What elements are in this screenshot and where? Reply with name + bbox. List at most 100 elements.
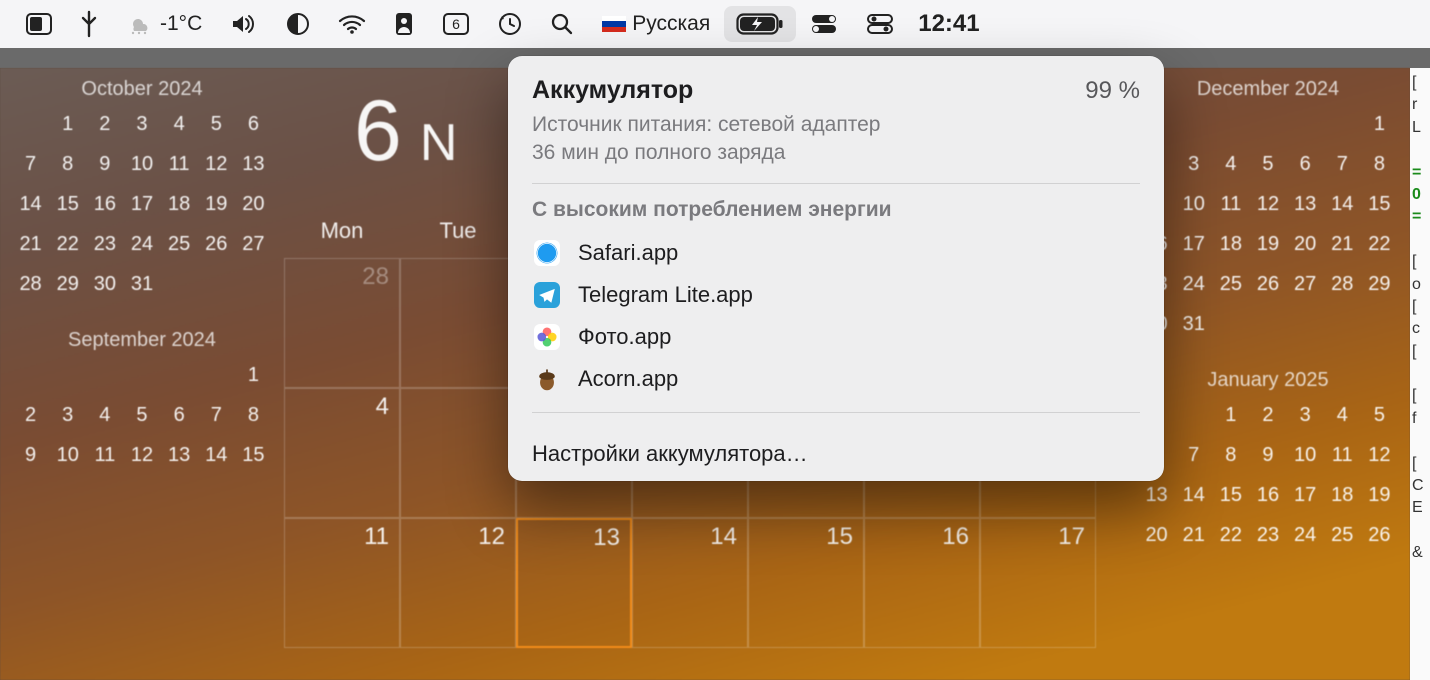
mini-day-cell[interactable]: 8 bbox=[235, 398, 272, 432]
mini-day-cell[interactable]: 7 bbox=[1175, 438, 1212, 472]
month-day-cell[interactable]: 11 bbox=[284, 518, 400, 648]
mini-day-cell[interactable]: 24 bbox=[1287, 518, 1324, 552]
mini-day-cell[interactable]: 10 bbox=[1287, 438, 1324, 472]
mini-day-cell[interactable]: 13 bbox=[161, 438, 198, 472]
mini-day-cell[interactable]: 12 bbox=[198, 147, 235, 181]
mini-day-cell[interactable]: 26 bbox=[1361, 518, 1398, 552]
mini-day-cell[interactable]: 9 bbox=[86, 147, 123, 181]
mini-day-cell[interactable]: 15 bbox=[235, 438, 272, 472]
timemachine-icon[interactable] bbox=[484, 0, 536, 48]
mini-day-cell[interactable]: 14 bbox=[12, 187, 49, 221]
mini-day-cell[interactable]: 5 bbox=[198, 107, 235, 141]
mini-day-cell[interactable]: 8 bbox=[1212, 438, 1249, 472]
mini-day-cell[interactable]: 29 bbox=[1361, 267, 1398, 301]
battery-settings-link[interactable]: Настройки аккумулятора… bbox=[508, 427, 1164, 467]
mini-day-cell[interactable]: 21 bbox=[1324, 227, 1361, 261]
high-energy-app-row[interactable]: Safari.app bbox=[508, 232, 1164, 274]
mini-day-cell[interactable]: 10 bbox=[1175, 187, 1212, 221]
contrast-icon[interactable] bbox=[272, 0, 324, 48]
mini-day-cell[interactable] bbox=[198, 358, 235, 392]
mini-day-cell[interactable]: 15 bbox=[1212, 478, 1249, 512]
mini-day-cell[interactable]: 30 bbox=[86, 267, 123, 301]
mini-day-cell[interactable]: 1 bbox=[1212, 398, 1249, 432]
input-language[interactable]: Русская bbox=[588, 0, 724, 48]
mini-day-cell[interactable]: 1 bbox=[49, 107, 86, 141]
mini-day-cell[interactable] bbox=[1324, 107, 1361, 141]
mini-day-cell[interactable]: 6 bbox=[1287, 147, 1324, 181]
high-energy-app-row[interactable]: Acorn.app bbox=[508, 358, 1164, 400]
mini-day-cell[interactable]: 14 bbox=[1324, 187, 1361, 221]
stage-manager-icon[interactable] bbox=[12, 0, 66, 48]
keyboard-badge[interactable]: 6 bbox=[428, 0, 484, 48]
mini-day-cell[interactable]: 4 bbox=[1212, 147, 1249, 181]
month-day-cell[interactable]: 15 bbox=[748, 518, 864, 648]
mini-day-cell[interactable]: 10 bbox=[123, 147, 160, 181]
menu-clock[interactable]: 12:41 bbox=[908, 0, 983, 48]
mini-day-cell[interactable]: 25 bbox=[161, 227, 198, 261]
mini-day-cell[interactable]: 13 bbox=[235, 147, 272, 181]
mini-day-cell[interactable]: 28 bbox=[1324, 267, 1361, 301]
mini-day-cell[interactable]: 17 bbox=[1287, 478, 1324, 512]
mini-day-cell[interactable]: 16 bbox=[86, 187, 123, 221]
mini-day-cell[interactable]: 7 bbox=[12, 147, 49, 181]
mini-day-cell[interactable]: 14 bbox=[198, 438, 235, 472]
mini-day-cell[interactable]: 25 bbox=[1212, 267, 1249, 301]
mini-day-cell[interactable]: 28 bbox=[12, 267, 49, 301]
mini-day-cell[interactable]: 17 bbox=[123, 187, 160, 221]
month-day-cell[interactable]: 28 bbox=[284, 258, 400, 388]
month-day-cell[interactable] bbox=[400, 258, 516, 388]
mini-day-cell[interactable]: 25 bbox=[1324, 518, 1361, 552]
toggle1-icon[interactable] bbox=[796, 0, 852, 48]
mini-day-cell[interactable]: 18 bbox=[161, 187, 198, 221]
mini-day-cell[interactable]: 23 bbox=[86, 227, 123, 261]
month-day-cell[interactable]: 17 bbox=[980, 518, 1096, 648]
mini-day-cell[interactable]: 22 bbox=[1361, 227, 1398, 261]
mini-day-cell[interactable]: 14 bbox=[1175, 478, 1212, 512]
mini-day-cell[interactable] bbox=[86, 358, 123, 392]
high-energy-app-row[interactable]: Telegram Lite.app bbox=[508, 274, 1164, 316]
mini-day-cell[interactable]: 20 bbox=[1287, 227, 1324, 261]
mini-day-cell[interactable]: 24 bbox=[123, 227, 160, 261]
mini-day-cell[interactable]: 13 bbox=[1287, 187, 1324, 221]
mini-day-cell[interactable] bbox=[12, 358, 49, 392]
mini-day-cell[interactable] bbox=[1249, 107, 1286, 141]
battery-status-icon[interactable] bbox=[724, 6, 796, 42]
mini-day-cell[interactable] bbox=[49, 358, 86, 392]
mini-day-cell[interactable]: 9 bbox=[12, 438, 49, 472]
mini-cal-september[interactable]: September 2024 123456789101112131415 bbox=[12, 329, 272, 472]
mini-day-cell[interactable]: 11 bbox=[1324, 438, 1361, 472]
high-energy-app-row[interactable]: Фото.app bbox=[508, 316, 1164, 358]
mini-day-cell[interactable]: 31 bbox=[123, 267, 160, 301]
month-day-cell[interactable]: 14 bbox=[632, 518, 748, 648]
volume-icon[interactable] bbox=[216, 0, 272, 48]
mini-day-cell[interactable]: 12 bbox=[1361, 438, 1398, 472]
month-day-cell[interactable]: 12 bbox=[400, 518, 516, 648]
mini-day-cell[interactable]: 19 bbox=[1249, 227, 1286, 261]
mini-day-cell[interactable]: 5 bbox=[1249, 147, 1286, 181]
mini-day-cell[interactable]: 3 bbox=[49, 398, 86, 432]
mini-day-cell[interactable]: 13 bbox=[1138, 478, 1175, 512]
mini-day-cell[interactable]: 2 bbox=[12, 398, 49, 432]
month-day-cell[interactable]: 16 bbox=[864, 518, 980, 648]
mini-day-cell[interactable]: 4 bbox=[1324, 398, 1361, 432]
mini-day-cell[interactable]: 15 bbox=[49, 187, 86, 221]
mini-day-cell[interactable]: 20 bbox=[1138, 518, 1175, 552]
mini-day-cell[interactable]: 2 bbox=[1249, 398, 1286, 432]
mini-day-cell[interactable]: 27 bbox=[1287, 267, 1324, 301]
mini-day-cell[interactable] bbox=[1212, 107, 1249, 141]
mini-day-cell[interactable]: 9 bbox=[1249, 438, 1286, 472]
mini-day-cell[interactable]: 31 bbox=[1175, 307, 1212, 341]
spotlight-icon[interactable] bbox=[536, 0, 588, 48]
mini-day-cell[interactable]: 20 bbox=[235, 187, 272, 221]
mini-day-cell[interactable] bbox=[1287, 107, 1324, 141]
mini-day-cell[interactable]: 11 bbox=[86, 438, 123, 472]
mini-day-cell[interactable]: 15 bbox=[1361, 187, 1398, 221]
mini-day-cell[interactable]: 22 bbox=[1212, 518, 1249, 552]
mini-day-cell[interactable]: 3 bbox=[1175, 147, 1212, 181]
mini-day-cell[interactable]: 4 bbox=[86, 398, 123, 432]
mini-day-cell[interactable]: 11 bbox=[1212, 187, 1249, 221]
mini-day-cell[interactable]: 1 bbox=[235, 358, 272, 392]
mini-cal-october[interactable]: October 2024 123456789101112131415161718… bbox=[12, 78, 272, 301]
mini-day-cell[interactable] bbox=[1175, 398, 1212, 432]
mini-day-cell[interactable]: 1 bbox=[1361, 107, 1398, 141]
